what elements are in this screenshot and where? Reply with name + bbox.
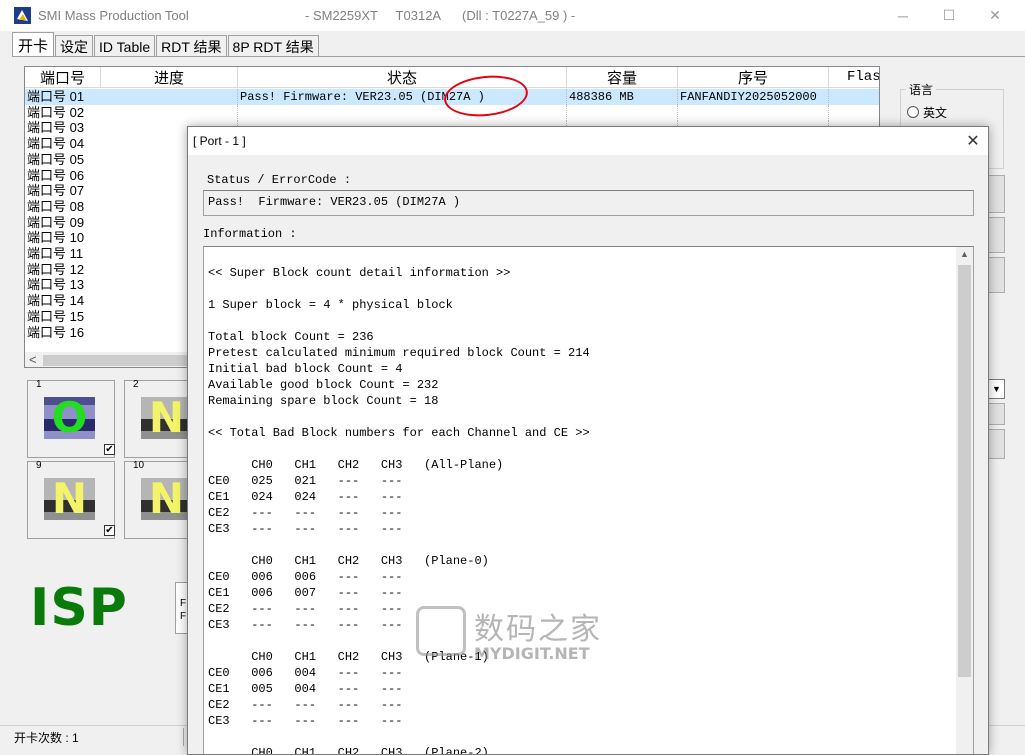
status-errorcode-field[interactable]: Pass! Firmware: VER23.05 (DIM27A ) (203, 190, 974, 216)
port-name: 端口号 16 (27, 324, 85, 340)
status-letter: N (148, 393, 185, 442)
port-tile-10[interactable]: 10 N (124, 460, 192, 539)
port-capacity: 488386 MB (569, 90, 634, 104)
port-name: 端口号 13 (27, 277, 85, 293)
tab-settings[interactable]: 设定 (55, 35, 94, 57)
column-header-serial[interactable]: 序号 (678, 67, 829, 88)
port-cell (567, 104, 678, 121)
open-count-text: 开卡次数 : 1 (14, 731, 79, 745)
port-name: 端口号 12 (27, 261, 85, 277)
title-bar: SMI Mass Production Tool - SM2259XT T031… (0, 0, 1025, 31)
port-name: 端口号 14 (27, 293, 85, 309)
dialog-close-button[interactable]: ✕ (958, 127, 988, 155)
port-tile-1[interactable]: 1 O ✔ (27, 379, 115, 458)
isp-label: ISP (30, 578, 128, 638)
column-header-capacity[interactable]: 容量 (567, 67, 678, 88)
tab-bar: 开卡 设定 ID Table RDT 结果 8P RDT 结果 (12, 31, 320, 57)
port-cell (101, 89, 238, 105)
tab-rdt-result[interactable]: RDT 结果 (156, 35, 227, 57)
app-icon (14, 7, 31, 24)
port-status-icon: N (141, 474, 192, 523)
vertical-scrollbar[interactable]: ▲ (956, 247, 973, 754)
status-letter: N (148, 474, 185, 523)
port-cell (829, 105, 879, 121)
mini-info-text: F F (180, 598, 187, 622)
side-dropdown[interactable]: ▼ (988, 379, 1005, 399)
port-name: 端口号 09 (27, 214, 85, 230)
scrollbar-thumb[interactable] (958, 265, 971, 677)
tab-open-card[interactable]: 开卡 (12, 32, 55, 57)
tab-divider (12, 56, 1025, 57)
side-button-5[interactable] (988, 429, 1005, 459)
column-header-progress[interactable]: 进度 (101, 67, 238, 88)
port-name: 端口号 04 (27, 136, 85, 152)
port-serial: FANFANDIY2025052000 (680, 90, 817, 104)
status-errorcode-label: Status / ErrorCode : (207, 173, 352, 187)
port-enable-checkbox[interactable]: ✔ (104, 525, 115, 536)
port-enable-checkbox[interactable]: ✔ (104, 444, 115, 455)
dialog-title-bar: [ Port - 1 ] ✕ (188, 127, 988, 155)
side-button-2[interactable] (988, 217, 1005, 253)
tab-id-table[interactable]: ID Table (94, 35, 156, 57)
port-name: 端口号 01 (27, 89, 85, 104)
status-letter: N (51, 474, 88, 523)
port-detail-dialog: [ Port - 1 ] ✕ Status / ErrorCode : Pass… (187, 126, 989, 755)
port-name: 端口号 02 (27, 104, 85, 120)
close-button[interactable]: ✕ (972, 0, 1018, 31)
port-name: 端口号 11 (27, 246, 84, 261)
port-name: 端口号 06 (27, 167, 85, 183)
information-textarea[interactable]: << Super Block count detail information … (203, 246, 974, 755)
language-title: 语言 (906, 81, 937, 98)
scroll-up-icon[interactable]: ▲ (956, 249, 973, 259)
port-tile-2[interactable]: 2 N (124, 379, 192, 458)
dialog-title: [ Port - 1 ] (193, 134, 246, 148)
port-status-icon: N (141, 393, 192, 442)
maximize-button[interactable]: ☐ (926, 0, 972, 31)
side-button-3[interactable] (988, 257, 1005, 293)
port-status-icon: O (44, 393, 95, 442)
tab-8p-rdt-result[interactable]: 8P RDT 结果 (227, 35, 319, 57)
column-header-flash[interactable]: Flas (829, 67, 879, 88)
port-cell (238, 104, 567, 121)
app-chip-info: - SM2259XT T0312A (Dll : T0227A_59 ) - (305, 8, 576, 23)
port-tile-9[interactable]: 9 N ✔ (27, 460, 115, 539)
port-name: 端口号 03 (27, 120, 85, 136)
minimize-button[interactable]: ─ (880, 0, 926, 31)
side-button-1[interactable] (988, 175, 1005, 213)
port-status-icon: N (44, 474, 95, 523)
port-cell (101, 104, 238, 121)
scrollbar-thumb[interactable] (43, 355, 203, 366)
port-name: 端口号 07 (27, 183, 85, 199)
tile-number: 2 (133, 379, 139, 390)
port-name: 端口号 15 (27, 308, 85, 324)
tile-number: 9 (36, 460, 42, 471)
language-english-label: 英文 (923, 106, 948, 120)
port-cell (678, 104, 829, 121)
app-title: SMI Mass Production Tool (38, 8, 189, 23)
tile-number: 10 (133, 460, 145, 471)
information-label: Information : (203, 227, 297, 241)
status-letter: O (51, 393, 88, 442)
port-name: 端口号 05 (27, 151, 85, 167)
side-button-4[interactable] (988, 403, 1005, 425)
tile-number: 1 (36, 379, 42, 390)
language-english-radio[interactable] (907, 106, 919, 118)
column-header-port[interactable]: 端口号 (25, 67, 101, 88)
port-name: 端口号 10 (27, 230, 85, 246)
information-text: << Super Block count detail information … (208, 266, 590, 755)
port-name: 端口号 08 (27, 198, 85, 214)
scroll-left-icon[interactable]: < (29, 352, 37, 367)
port-cell (829, 89, 879, 105)
